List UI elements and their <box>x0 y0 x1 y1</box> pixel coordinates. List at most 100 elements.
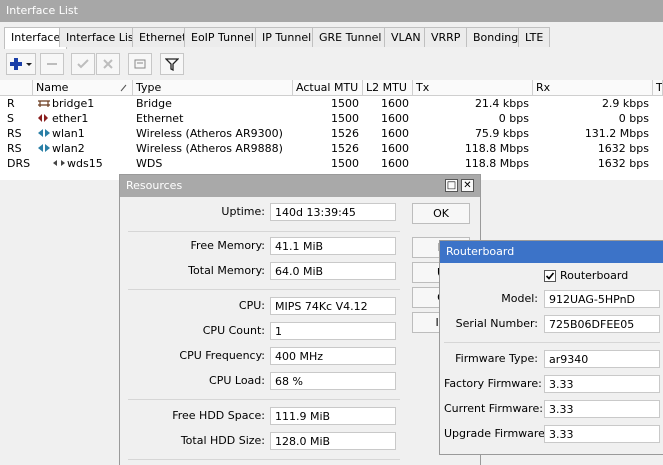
row-rx: 1632 bps <box>597 142 649 155</box>
row-rx: 131.2 Mbps <box>584 127 649 140</box>
enable-button[interactable] <box>71 53 95 75</box>
row-actual-mtu: 1526 <box>331 142 359 155</box>
column-header-tx[interactable]: Tx <box>413 80 533 96</box>
model-label: Model: <box>501 292 538 305</box>
column-header-flags <box>0 80 33 96</box>
separator <box>128 459 400 460</box>
uptime-field: 140d 13:39:45 <box>270 203 396 221</box>
toolbar <box>0 50 663 78</box>
maximize-icon[interactable]: □ <box>445 179 458 192</box>
separator <box>128 231 400 232</box>
tab-bonding[interactable]: Bonding <box>466 27 526 47</box>
row-type: Wireless (Atheros AR9300) <box>136 127 283 140</box>
routerboard-dialog: Routerboard Routerboard Model: 912UAG-5H… <box>439 240 663 455</box>
cpu-field: MIPS 74Kc V4.12 <box>270 297 396 315</box>
add-button[interactable] <box>6 53 36 75</box>
comment-icon <box>134 59 146 69</box>
row-name: wlan2 <box>52 142 85 155</box>
upgrade-firmware-field: 3.33 <box>544 425 660 443</box>
column-header-type[interactable]: Type <box>133 80 293 96</box>
separator <box>128 399 400 400</box>
column-header-rx[interactable]: Rx <box>533 80 653 96</box>
ethernet-icon <box>38 114 48 122</box>
row-type: Ethernet <box>136 112 184 125</box>
cpu-label: CPU: <box>238 299 265 312</box>
tab-lte[interactable]: LTE <box>518 27 551 47</box>
row-name: wds15 <box>67 157 103 170</box>
ok-button[interactable]: OK <box>412 203 470 224</box>
cpu-count-field: 1 <box>270 322 396 340</box>
row-actual-mtu: 1526 <box>331 127 359 140</box>
total-memory-field: 64.0 MiB <box>270 262 396 280</box>
cpu-frequency-field: 400 MHz <box>270 347 396 365</box>
separator <box>444 342 660 343</box>
total-memory-label: Total Memory: <box>188 264 265 277</box>
cpu-frequency-label: CPU Frequency: <box>179 349 265 362</box>
column-header-l2-mtu[interactable]: L2 MTU <box>363 80 413 96</box>
row-type: Bridge <box>136 97 172 110</box>
current-firmware-field: 3.33 <box>544 400 660 418</box>
row-l2-mtu: 1600 <box>381 157 409 170</box>
window-title: Interface List <box>0 0 663 22</box>
row-l2-mtu: 1600 <box>381 127 409 140</box>
row-tx: 75.9 kbps <box>474 127 529 140</box>
row-tx: 0 bps <box>498 112 529 125</box>
current-firmware-label: Current Firmware: <box>444 402 543 415</box>
row-l2-mtu: 1600 <box>381 142 409 155</box>
remove-icon <box>47 63 57 65</box>
factory-firmware-field: 3.33 <box>544 375 660 393</box>
row-l2-mtu: 1600 <box>381 112 409 125</box>
row-flags: RS <box>7 127 22 140</box>
row-flags: DRS <box>7 157 31 170</box>
row-actual-mtu: 1500 <box>331 97 359 110</box>
row-flags: RS <box>7 142 22 155</box>
row-l2-mtu: 1600 <box>381 97 409 110</box>
tab-interface[interactable]: Interface <box>4 27 68 49</box>
row-actual-mtu: 1500 <box>331 157 359 170</box>
comment-button[interactable] <box>128 53 152 75</box>
tab-bar: Interface Interface List Ethernet EoIP T… <box>0 27 663 49</box>
tab-eoip-tunnel[interactable]: EoIP Tunnel <box>184 27 261 47</box>
row-tx: 118.8 Mbps <box>464 157 529 170</box>
interface-table: Name Type Actual MTU L2 MTU Tx Rx T R br… <box>0 80 663 180</box>
add-icon <box>10 58 32 70</box>
free-memory-field: 41.1 MiB <box>270 237 396 255</box>
row-tx: 118.8 Mbps <box>464 142 529 155</box>
tab-vlan[interactable]: VLAN <box>384 27 428 47</box>
firmware-type-label: Firmware Type: <box>455 352 538 365</box>
resources-dialog: Resources □ ✕ Uptime: 140d 13:39:45 Free… <box>119 174 481 465</box>
tab-gre-tunnel[interactable]: GRE Tunnel <box>312 27 389 47</box>
cpu-count-label: CPU Count: <box>202 324 265 337</box>
serial-number-label: Serial Number: <box>455 317 538 330</box>
row-flags: S <box>7 112 14 125</box>
row-name: bridge1 <box>52 97 95 110</box>
tab-vrrp[interactable]: VRRP <box>424 27 468 47</box>
row-tx: 21.4 kbps <box>474 97 529 110</box>
serial-number-field: 725B06DFEE05 <box>544 315 660 333</box>
uptime-label: Uptime: <box>221 205 265 218</box>
filter-button[interactable] <box>160 53 184 75</box>
row-name: ether1 <box>52 112 89 125</box>
column-header-actual-mtu[interactable]: Actual MTU <box>293 80 363 96</box>
disable-icon <box>103 59 113 69</box>
free-memory-label: Free Memory: <box>190 239 265 252</box>
enable-icon <box>77 59 89 69</box>
row-rx: 2.9 kbps <box>601 97 649 110</box>
cpu-load-label: CPU Load: <box>209 374 265 387</box>
routerboard-title: Routerboard <box>440 241 663 263</box>
row-type: Wireless (Atheros AR9888) <box>136 142 283 155</box>
close-icon[interactable]: ✕ <box>461 179 474 192</box>
sort-arrow-icon <box>120 84 127 92</box>
routerboard-checkbox[interactable] <box>544 270 556 282</box>
filter-icon <box>165 58 179 71</box>
column-header-t[interactable]: T <box>653 80 663 96</box>
total-hdd-label: Total HDD Size: <box>180 434 265 447</box>
free-hdd-field: 111.9 MiB <box>270 407 396 425</box>
cpu-load-field: 68 % <box>270 372 396 390</box>
routerboard-checkbox-label: Routerboard <box>560 269 629 282</box>
disable-button[interactable] <box>96 53 120 75</box>
remove-button[interactable] <box>40 53 64 75</box>
column-header-name[interactable]: Name <box>33 80 133 96</box>
model-field: 912UAG-5HPnD <box>544 290 660 308</box>
tab-ip-tunnel[interactable]: IP Tunnel <box>255 27 319 47</box>
